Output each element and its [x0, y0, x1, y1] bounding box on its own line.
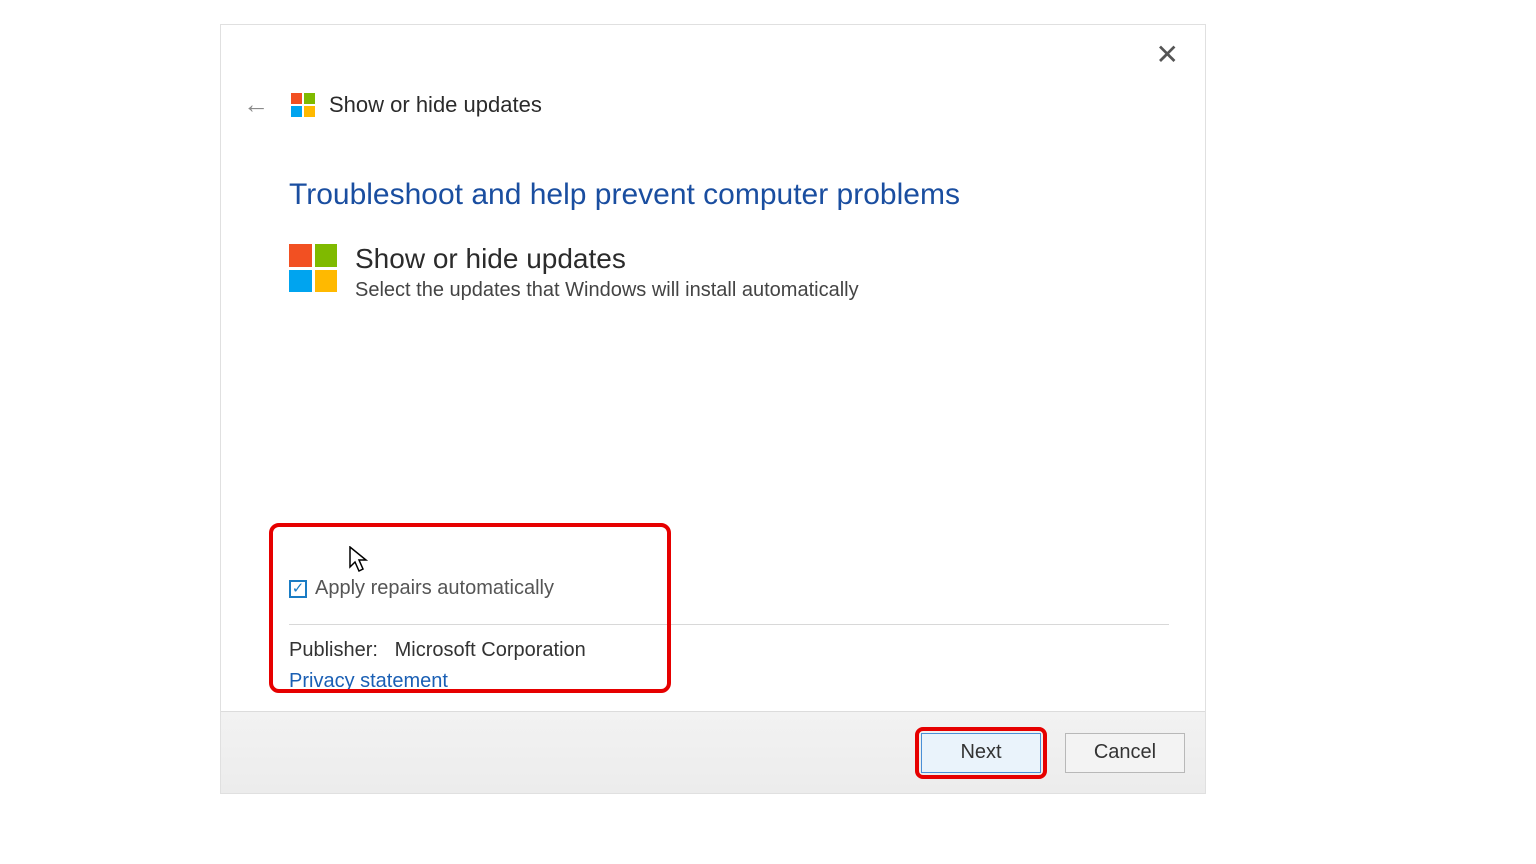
troubleshooter-title: Show or hide updates: [355, 244, 859, 275]
dialog-footer: Next Cancel: [221, 711, 1205, 793]
annotation-highlight-next: Next: [915, 727, 1047, 779]
back-button[interactable]: ←: [235, 85, 277, 124]
close-icon: ✕: [1156, 39, 1179, 70]
window-title: Show or hide updates: [329, 92, 542, 118]
close-button[interactable]: ✕: [1148, 37, 1187, 73]
troubleshooter-dialog: ✕ ← Show or hide updates Troubleshoot an…: [220, 24, 1206, 794]
microsoft-logo-icon: [289, 244, 337, 292]
dialog-header: ← Show or hide updates: [221, 25, 1205, 124]
microsoft-logo-icon: [291, 93, 315, 117]
dialog-content: Troubleshoot and help prevent computer p…: [221, 124, 1205, 302]
next-button[interactable]: Next: [921, 733, 1041, 773]
troubleshooter-entry: Show or hide updates Select the updates …: [289, 244, 1205, 302]
back-arrow-icon: ←: [243, 89, 269, 119]
troubleshooter-description: Select the updates that Windows will ins…: [355, 279, 859, 302]
cancel-button[interactable]: Cancel: [1065, 733, 1185, 773]
page-heading: Troubleshoot and help prevent computer p…: [289, 178, 1205, 212]
annotation-highlight-box: [269, 523, 671, 693]
